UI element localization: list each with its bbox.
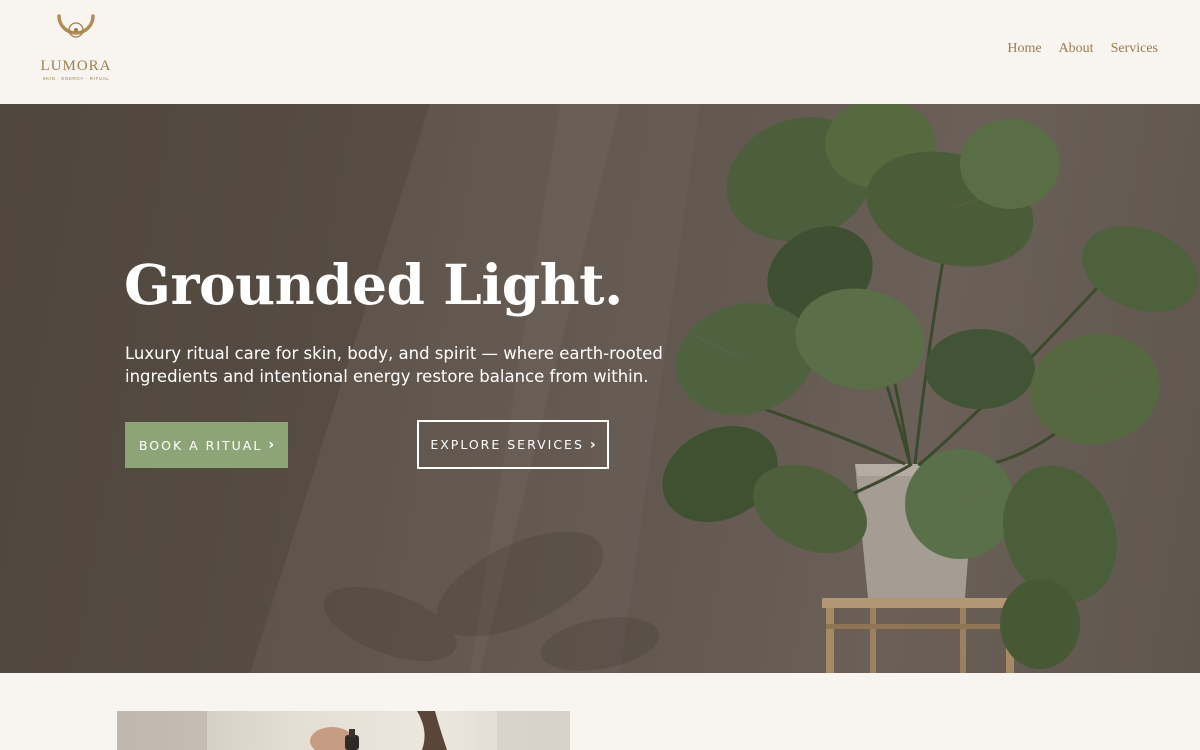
book-ritual-label: BOOK A RITUAL [138, 437, 263, 453]
nav-item-about[interactable]: About [1059, 41, 1094, 57]
explore-services-button[interactable]: EXPLORE SERVICES › [417, 420, 609, 469]
sun-moon-icon [57, 14, 95, 38]
chevron-right-icon: › [589, 436, 596, 453]
site-header: LUMORA SKIN · ENERGY · RITUAL Home About… [0, 0, 1200, 104]
brand-logo[interactable]: LUMORA SKIN · ENERGY · RITUAL [36, 12, 116, 90]
main-nav: Home About Services [1007, 41, 1158, 57]
brand-tagline: SKIN · ENERGY · RITUAL [42, 76, 110, 81]
hero-section: Grounded Light. Luxury ritual care for s… [0, 104, 1200, 673]
nav-item-home[interactable]: Home [1007, 41, 1041, 57]
brand-name: LUMORA [40, 58, 112, 74]
hero-title: Grounded Light. [124, 252, 623, 317]
plant-stand [822, 598, 1020, 673]
ritual-photo [117, 711, 570, 750]
book-ritual-button[interactable]: BOOK A RITUAL › [125, 422, 288, 468]
nav-item-services[interactable]: Services [1111, 41, 1158, 57]
chevron-right-icon: › [268, 437, 275, 453]
explore-services-label: EXPLORE SERVICES [430, 437, 584, 452]
hero-image [250, 104, 1199, 673]
hero-subtitle: Luxury ritual care for skin, body, and s… [125, 344, 663, 386]
intro-section [0, 673, 1200, 750]
photo-art [117, 711, 570, 750]
